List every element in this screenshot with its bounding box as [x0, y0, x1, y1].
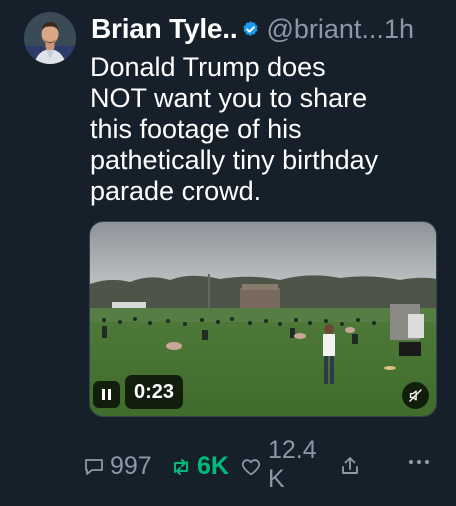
- heart-icon: [241, 459, 261, 476]
- avatar[interactable]: [24, 12, 76, 64]
- mute-icon: [409, 389, 422, 402]
- more-icon: [408, 459, 430, 465]
- retweet-count: 6K: [197, 452, 229, 480]
- tweet-actions: 997 6K 12.4 K: [82, 436, 442, 496]
- video-duration: 0:23: [125, 375, 184, 409]
- share-icon: [342, 457, 358, 474]
- pause-icon: [102, 389, 105, 400]
- tweet-header: Brian Tyle.. @briant ... 1h: [91, 12, 443, 46]
- mute-button[interactable]: [402, 382, 429, 409]
- author-name[interactable]: Brian Tyle..: [91, 13, 238, 45]
- reply-icon: [85, 458, 103, 475]
- verified-badge-icon: [244, 20, 258, 36]
- retweet-icon: [174, 458, 188, 475]
- retweet-button[interactable]: 6K: [169, 452, 229, 481]
- like-count: 12.4 K: [268, 436, 317, 493]
- handle-ellipsis: ...: [361, 13, 384, 44]
- tweet-text: Donald Trump does NOT want you to share …: [90, 52, 379, 206]
- author-handle[interactable]: @briant: [266, 14, 361, 45]
- reply-button[interactable]: 997: [82, 452, 152, 481]
- share-button[interactable]: [338, 454, 362, 478]
- pause-button[interactable]: [93, 381, 120, 408]
- like-button[interactable]: [240, 456, 262, 478]
- more-button[interactable]: [407, 458, 431, 466]
- timestamp[interactable]: 1h: [384, 14, 414, 45]
- reply-count: 997: [110, 452, 152, 480]
